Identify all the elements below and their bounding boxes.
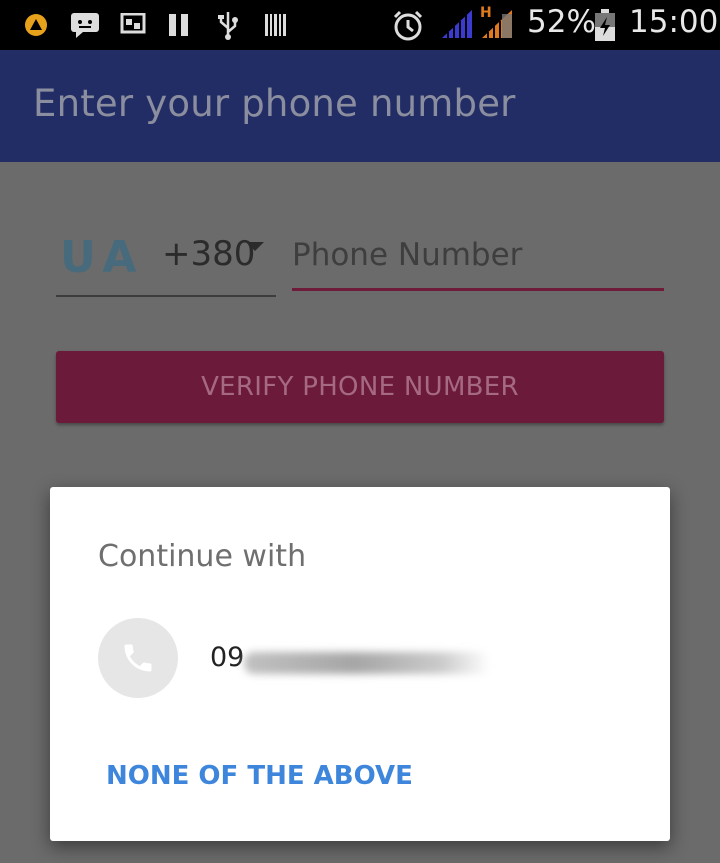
message-icon	[71, 13, 99, 38]
app-bar: Enter your phone number	[0, 50, 720, 162]
account-option[interactable]: 09	[98, 618, 638, 698]
none-of-the-above-button[interactable]: NONE OF THE ABOVE	[96, 757, 423, 795]
battery-icon	[595, 9, 615, 41]
country-picker-underline	[56, 295, 276, 297]
verify-phone-button[interactable]: VERIFY PHONE NUMBER	[56, 351, 664, 423]
redacted-number-mask	[244, 652, 490, 674]
usb-icon	[218, 12, 238, 40]
clock: 15:00	[629, 4, 719, 40]
battery-percent: 52%	[527, 4, 596, 40]
avatar	[98, 618, 178, 698]
dropdown-arrow-icon[interactable]	[246, 242, 264, 251]
phone-number-input[interactable]	[292, 233, 664, 277]
account-picker-dialog: Continue with 09 NONE OF THE ABOVE	[50, 487, 670, 841]
app-warning-icon	[25, 14, 47, 36]
dialog-title: Continue with	[98, 539, 307, 574]
phone-icon	[124, 644, 152, 672]
dial-code[interactable]: +380	[162, 234, 255, 274]
pause-icon	[169, 14, 188, 36]
barcode-icon	[265, 14, 286, 36]
phone-input-underline	[292, 288, 664, 291]
status-bar: H 52% 15:00	[0, 0, 720, 50]
signal-h-icon	[482, 10, 512, 38]
signal-icon	[442, 10, 472, 38]
account-phone-number: 09	[210, 642, 245, 673]
country-code-selector[interactable]: UA	[60, 232, 144, 283]
cast-icon	[120, 13, 146, 34]
alarm-icon	[393, 10, 423, 41]
page-title: Enter your phone number	[33, 82, 516, 125]
